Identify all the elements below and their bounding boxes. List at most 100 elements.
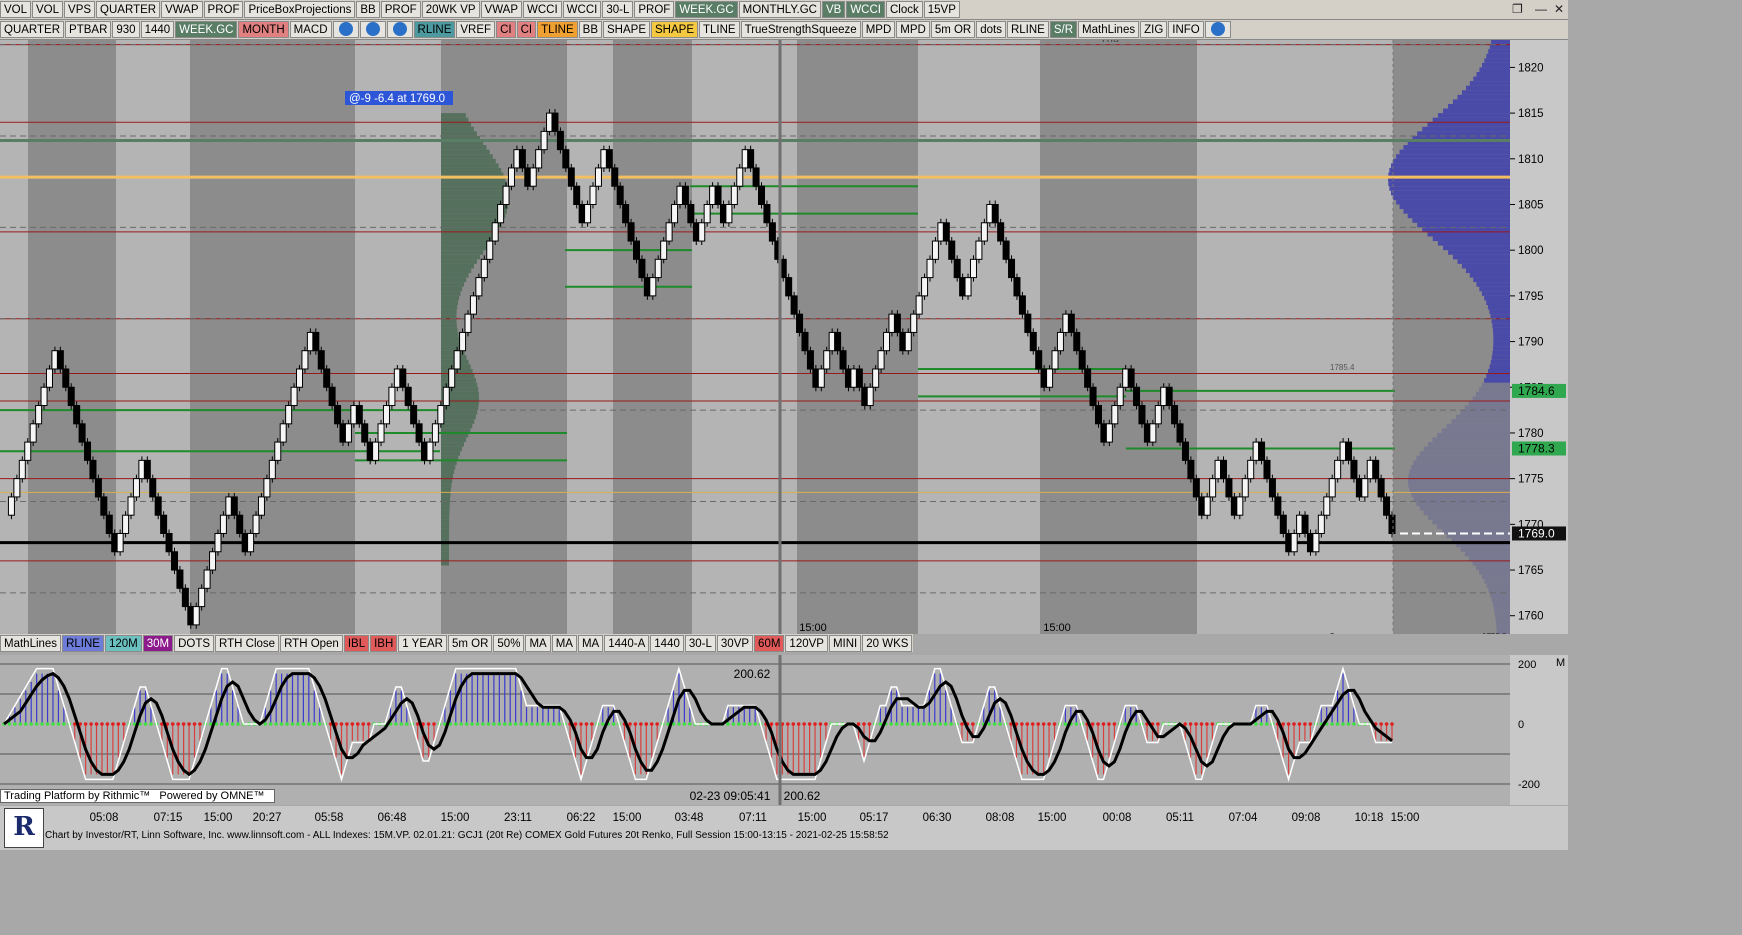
volume-bar [441,410,478,415]
toolbar-button[interactable]: BB [578,21,602,38]
toolbar-button[interactable]: PriceBoxProjections [244,1,356,18]
toolbar-button[interactable]: MA [551,634,577,652]
toolbar-button[interactable]: CI [516,21,537,38]
volume-bar [441,158,496,164]
volume-bar [1427,515,1510,520]
toolbar-button[interactable]: PROF [634,1,675,18]
zero-dot [366,722,371,726]
toolbar-button[interactable]: 120M [104,634,142,652]
volume-bar [1461,263,1510,269]
toolbar-button[interactable]: MACD [289,21,332,38]
toolbar-button[interactable]: WCCI [846,1,885,18]
toolbar-button[interactable]: TLINE [699,21,740,38]
zero-dot [546,722,551,726]
rithmic-badge: Trading Platform by Rithmic™ Powered by … [0,789,275,803]
toolbar-button[interactable]: VB [821,1,846,18]
price-chart[interactable]: @-9 -6.4 at 1769.0 Thu 1785.4 2m 1759.0 1760 1… [0,40,1568,634]
toolbar-button[interactable]: RLINE [62,634,104,652]
toolbar-button[interactable]: IBH [370,634,398,652]
toolbar-button[interactable]: 1440 [140,21,175,38]
toolbar-button[interactable]: MPD [861,21,896,38]
toolbar-button[interactable]: VWAP [161,1,203,18]
toolbar-button[interactable]: 1440-A [604,634,650,652]
renko-brick [323,368,331,388]
toolbar-button[interactable]: INFO [1168,21,1204,38]
toolbar-button[interactable]: S/R [1049,21,1078,38]
toolbar-button[interactable]: VREF [456,21,496,38]
toolbar-button[interactable]: DOTS [174,634,215,652]
volume-bar [441,268,472,274]
toolbar-button[interactable]: 15VP [923,1,960,18]
toolbar-button[interactable]: PTBAR [65,21,112,38]
toolbar-button[interactable]: SHAPE [603,21,650,38]
toolbar-button[interactable]: MINI [828,634,862,652]
toolbar-button[interactable]: MathLines [1078,21,1140,38]
toolbar-button[interactable]: WEEK.GC [675,1,738,18]
y-tick-label: 1790 [1518,337,1544,349]
toolbar-button[interactable]: BB [356,1,380,18]
toolbar-button[interactable] [1204,21,1231,38]
toolbar-button[interactable]: 1 YEAR [398,634,447,652]
toolbar-button[interactable]: 30VP [716,634,754,652]
toolbar-button[interactable]: WCCI [523,1,562,18]
toolbar-button[interactable]: 30-L [602,1,634,18]
zero-dot [312,722,317,726]
tool-icon [365,22,380,36]
zero-dot [878,722,883,726]
toolbar-button[interactable]: SHAPE [651,21,698,38]
toolbar-button[interactable]: Clock [886,1,923,18]
toolbar-button[interactable]: WEEK.GC [175,21,238,38]
renko-brick [1046,368,1054,388]
toolbar-button[interactable]: WCCI [562,1,602,18]
restore-icon[interactable]: ❐ [1512,2,1523,16]
toolbar-button[interactable]: 5m OR [447,634,493,652]
volume-bar [1493,606,1510,612]
toolbar-button[interactable] [332,21,359,38]
toolbar-button[interactable]: MONTH [238,21,289,38]
toolbar-button[interactable]: VWAP [480,1,522,18]
toolbar-button[interactable]: MONTHLY.GC [738,1,821,18]
toolbar-button[interactable]: QUARTER [96,1,161,18]
toolbar-button[interactable]: 50% [493,634,525,652]
toolbar-button[interactable]: 1440 [650,634,684,652]
toolbar-button[interactable]: MathLines [0,634,62,652]
toolbar-button[interactable]: RLINE [413,21,456,38]
renko-brick [29,423,37,443]
toolbar-button[interactable]: dots [976,21,1006,38]
toolbar-button[interactable]: CI [496,21,516,38]
toolbar-button[interactable]: 20WK VP [421,1,480,18]
toolbar-button[interactable]: MA [525,634,551,652]
toolbar-button[interactable]: 30M [142,634,174,652]
toolbar-button[interactable]: MA [577,634,604,652]
volume-bar [1476,565,1510,571]
minimize-icon[interactable]: — [1535,2,1547,16]
toolbar-button[interactable]: PROF [380,1,421,18]
volume-bar [441,337,460,342]
toolbar-button[interactable]: 20 WKS [862,634,913,652]
toolbar-button[interactable]: TrueStrengthSqueeze [740,21,861,38]
toolbar-button[interactable]: 120VP [785,634,828,652]
toolbar-button[interactable]: IBL [343,634,370,652]
toolbar-button[interactable]: 930 [112,21,140,38]
toolbar-button[interactable]: TLINE [537,21,578,38]
close-icon[interactable]: ✕ [1554,2,1564,16]
renko-brick [62,368,70,388]
renko-brick [56,350,64,370]
toolbar-button[interactable]: RTH Open [280,634,343,652]
toolbar-button[interactable]: ZIG [1140,21,1168,38]
oscillator-panel[interactable]: 200.62 02-23 09:05:41 200.62 200 0 -200 M [0,655,1568,805]
zero-dot [987,722,992,726]
toolbar-button[interactable]: PROF [203,1,244,18]
toolbar-button[interactable] [359,21,386,38]
toolbar-button[interactable]: 60M [754,634,785,652]
toolbar-button[interactable]: VOL [0,1,32,18]
toolbar-button[interactable]: RTH Close [215,634,280,652]
toolbar-button[interactable]: 30-L [684,634,716,652]
toolbar-button[interactable]: RLINE [1006,21,1049,38]
toolbar-button[interactable]: MPD [896,21,930,38]
toolbar-button[interactable] [386,21,413,38]
toolbar-button[interactable]: 5m OR [930,21,976,38]
toolbar-button[interactable]: VPS [64,1,96,18]
toolbar-button[interactable]: VOL [32,1,64,18]
toolbar-button[interactable]: QUARTER [0,21,65,38]
